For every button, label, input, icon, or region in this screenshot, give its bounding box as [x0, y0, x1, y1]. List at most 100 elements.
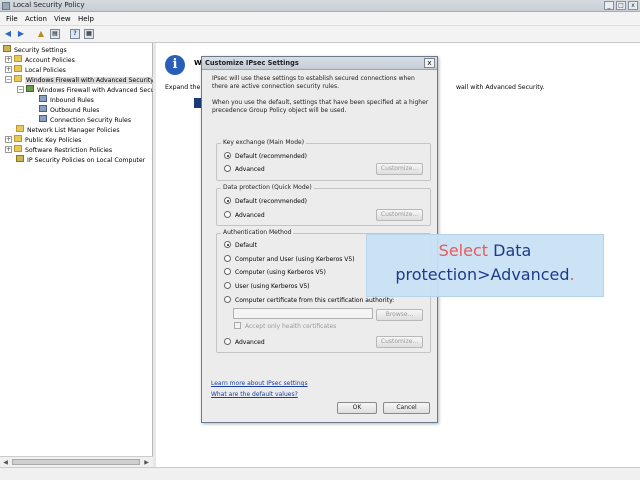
up-folder-icon[interactable]: ▲ — [36, 29, 46, 39]
content-expand-text: Expand the — [165, 84, 201, 91]
tree-item-account-policies[interactable]: + Account Policies — [5, 55, 75, 65]
tree-item-outbound-rules[interactable]: Outbound Rules — [39, 105, 99, 115]
info-icon: i — [165, 55, 185, 75]
app-icon — [2, 2, 10, 10]
close-window-button[interactable]: x — [628, 1, 638, 10]
data-protection-advanced-option[interactable]: Advanced — [224, 211, 265, 220]
tree-item-inbound-rules[interactable]: Inbound Rules — [39, 95, 94, 105]
navigation-tree: Security Settings + Account Policies + Loc… — [0, 43, 155, 467]
menu-help[interactable]: Help — [78, 15, 94, 23]
auth-computer-option[interactable]: Computer (using Kerberos V5) — [224, 268, 326, 277]
tree-item-connection-security-rules[interactable]: Connection Security Rules — [39, 115, 131, 125]
radio-unselected[interactable] — [224, 211, 231, 218]
callout-line-2: protection>Advanced. — [367, 263, 603, 287]
radio-selected[interactable] — [224, 197, 231, 204]
radio-unselected[interactable] — [224, 338, 231, 345]
expand-icon[interactable]: + — [5, 136, 12, 143]
dialog-close-icon[interactable]: x — [424, 58, 435, 68]
dialog-default-note: When you use the default, settings that … — [212, 99, 429, 114]
key-exchange-group: Key exchange (Main Mode) Default (recomm… — [216, 139, 431, 181]
folder-icon — [14, 65, 22, 72]
security-settings-icon — [3, 45, 11, 52]
radio-unselected[interactable] — [224, 255, 231, 262]
tree-item-public-key-policies[interactable]: + Public Key Policies — [5, 135, 81, 145]
radio-unselected[interactable] — [224, 282, 231, 289]
tree-item-ip-security-policies[interactable]: IP Security Policies on Local Computer — [16, 155, 145, 165]
folder-icon — [14, 55, 22, 62]
menu-file[interactable]: File — [6, 15, 18, 23]
scroll-thumb[interactable] — [12, 459, 140, 465]
dialog-titlebar: Customize IPsec Settings x — [202, 57, 437, 70]
auth-user-option[interactable]: User (using Kerberos V5) — [224, 282, 310, 291]
data-protection-default-option[interactable]: Default (recommended) — [224, 197, 307, 206]
dialog-title: Customize IPsec Settings — [205, 59, 299, 67]
menu-bar: File Action View Help — [0, 12, 640, 26]
expand-icon[interactable]: + — [5, 146, 12, 153]
content-tail-text: wall with Advanced Security. — [456, 84, 545, 91]
folder-icon — [14, 145, 22, 152]
health-cert-checkbox[interactable] — [234, 322, 241, 329]
tree-item-network-list-manager[interactable]: Network List Manager Policies — [16, 125, 120, 135]
default-values-link[interactable]: What are the default values? — [211, 391, 298, 398]
key-exchange-default-option[interactable]: Default (recommended) — [224, 152, 307, 161]
key-exchange-legend: Key exchange (Main Mode) — [221, 139, 307, 146]
folder-icon — [14, 135, 22, 142]
auth-certificate-option[interactable]: Computer certificate from this certifica… — [224, 296, 394, 305]
key-icon — [16, 155, 24, 162]
cancel-button[interactable]: Cancel — [383, 402, 430, 414]
back-arrow-icon[interactable]: ◀ — [3, 29, 13, 39]
scroll-left-icon[interactable]: ◀ — [1, 458, 10, 467]
radio-unselected[interactable] — [224, 165, 231, 172]
menu-view[interactable]: View — [54, 15, 71, 23]
scroll-right-icon[interactable]: ▶ — [142, 458, 151, 467]
auth-default-option[interactable]: Default — [224, 241, 257, 250]
tree-item-windows-firewall[interactable]: − Windows Firewall with Advanced Security — [5, 75, 155, 85]
maximize-button[interactable]: □ — [616, 1, 626, 10]
folder-icon — [14, 75, 22, 82]
radio-selected[interactable] — [224, 152, 231, 159]
firewall-icon — [26, 85, 34, 92]
inbound-rules-icon — [39, 95, 47, 102]
key-exchange-advanced-option[interactable]: Advanced — [224, 165, 265, 174]
tree-item-windows-firewall-node[interactable]: − Windows Firewall with Advanced Secu — [17, 85, 155, 95]
ok-button[interactable]: OK — [337, 402, 377, 414]
certificate-authority-field[interactable] — [233, 308, 373, 319]
dialog-intro: IPsec will use these settings to establi… — [212, 75, 415, 90]
radio-unselected[interactable] — [224, 296, 231, 303]
properties-icon[interactable]: ▦ — [84, 29, 94, 39]
tree-item-security-settings[interactable]: Security Settings — [3, 45, 67, 55]
callout-line-2-text: protection>Advanced — [395, 265, 570, 284]
data-protection-group: Data protection (Quick Mode) Default (re… — [216, 184, 431, 226]
help-icon[interactable]: ? — [70, 29, 80, 39]
callout-select-word: Select — [438, 241, 489, 260]
auth-computer-user-option[interactable]: Computer and User (using Kerberos V5) — [224, 255, 355, 264]
tree-item-software-restriction[interactable]: + Software Restriction Policies — [5, 145, 112, 155]
callout-line-2-dot: . — [569, 265, 575, 284]
health-cert-checkbox-row[interactable]: Accept only health certificates — [234, 322, 336, 331]
browse-button[interactable]: Browse... — [376, 309, 423, 321]
key-exchange-customize-button[interactable]: Customize... — [376, 163, 423, 175]
callout-line-1: Select Data — [367, 239, 603, 263]
tree-horizontal-scrollbar[interactable]: ◀ ▶ — [0, 456, 153, 467]
collapse-icon[interactable]: − — [5, 76, 12, 83]
radio-selected[interactable] — [224, 241, 231, 248]
callout-data-word: Data — [488, 241, 532, 260]
minimize-button[interactable]: _ — [604, 1, 614, 10]
auth-customize-button[interactable]: Customize... — [376, 336, 423, 348]
window-title: Local Security Policy — [13, 1, 85, 9]
expand-icon[interactable]: + — [5, 56, 12, 63]
instruction-callout: Select Data protection>Advanced. — [366, 234, 604, 297]
learn-more-link[interactable]: Learn more about IPsec settings — [211, 380, 308, 387]
auth-advanced-option[interactable]: Advanced — [224, 338, 265, 347]
menu-action[interactable]: Action — [25, 15, 47, 23]
collapse-icon[interactable]: − — [17, 86, 24, 93]
show-hide-tree-icon[interactable]: ▤ — [50, 29, 60, 39]
data-protection-customize-button[interactable]: Customize... — [376, 209, 423, 221]
status-bar — [0, 467, 640, 480]
forward-arrow-icon[interactable]: ▶ — [16, 29, 26, 39]
tree-item-local-policies[interactable]: + Local Policies — [5, 65, 66, 75]
radio-unselected[interactable] — [224, 268, 231, 275]
folder-icon — [16, 125, 24, 132]
window-titlebar: Local Security Policy _ □ x — [0, 0, 640, 12]
expand-icon[interactable]: + — [5, 66, 12, 73]
